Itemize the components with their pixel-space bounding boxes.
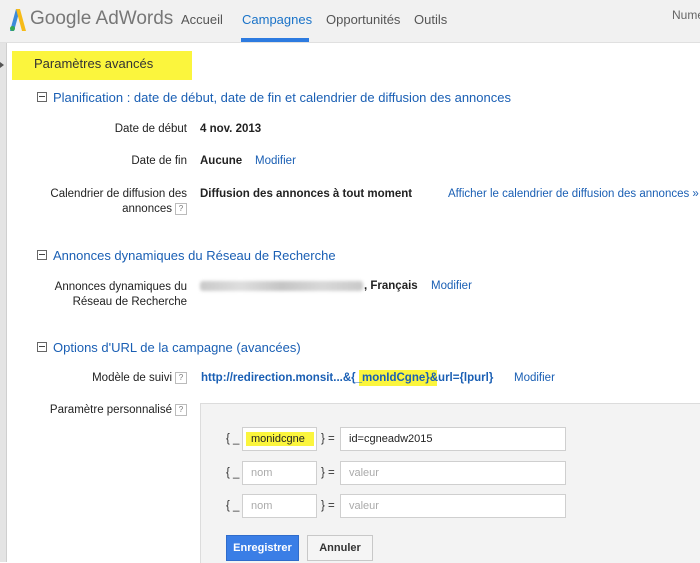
end-date-value: Aucune — [200, 155, 243, 167]
collapse-scheduling-icon[interactable] — [37, 92, 47, 102]
advanced-settings-title: Paramètres avancés — [34, 56, 154, 71]
start-date-label: Date de début — [114, 123, 187, 135]
tab-accueil[interactable]: Accueil — [181, 12, 223, 27]
product-logo-text[interactable]: Google AdWords — [30, 8, 173, 30]
help-icon[interactable]: ? — [175, 372, 187, 384]
dsa-label-line2: Réseau de Recherche — [72, 296, 187, 308]
tracking-template-label-text: Modèle de suivi — [92, 372, 172, 385]
brace-open: { _ — [226, 433, 240, 445]
calendar-label-line2: annonces? — [37, 202, 187, 217]
help-icon[interactable]: ? — [175, 404, 187, 416]
tracking-url-param: {_monIdCgne} — [351, 372, 430, 384]
dsa-label-line1: Annonces dynamiques du — [54, 281, 187, 293]
param-value-input[interactable]: valeur — [340, 461, 566, 485]
side-panel-collapse-handle[interactable] — [0, 43, 7, 562]
active-tab-indicator — [241, 38, 309, 42]
adwords-logo-icon — [10, 9, 26, 31]
dsa-label: Annonces dynamiques du Réseau de Recherc… — [37, 280, 187, 310]
expand-arrow-icon[interactable] — [0, 62, 4, 68]
custom-parameter-label: Paramètre personnalisé? — [50, 404, 187, 416]
end-date-modify-link[interactable]: Modifier — [255, 155, 296, 167]
logo-adwords-word: AdWords — [95, 8, 174, 29]
calendar-label-text: annonces — [122, 203, 172, 215]
tracking-template-value: http://redirection.monsit...&{_monIdCgne… — [201, 372, 493, 384]
tab-opportunites[interactable]: Opportunités — [326, 12, 400, 27]
show-calendar-link[interactable]: Afficher le calendrier de diffusion des … — [448, 188, 699, 200]
calendar-label: Calendrier de diffusion des annonces? — [37, 187, 187, 217]
brace-close: } = — [321, 433, 335, 445]
custom-parameter-label-text: Paramètre personnalisé — [49, 404, 172, 417]
param-name-input[interactable]: nom — [242, 461, 317, 485]
calendar-label-line1: Calendrier de diffusion des — [50, 188, 187, 200]
top-navigation-bar: Google AdWords Accueil Campagnes Opportu… — [0, 0, 700, 43]
tab-outils[interactable]: Outils — [414, 12, 447, 27]
param-value-input[interactable]: valeur — [340, 494, 566, 518]
account-label[interactable]: Numé — [672, 8, 700, 22]
dsa-modify-link[interactable]: Modifier — [431, 280, 472, 292]
url-options-section-header[interactable]: Options d'URL de la campagne (avancées) — [53, 340, 301, 355]
dsa-language-value: , Français — [364, 280, 418, 292]
tracking-url-part1: http://redirection.monsit...& — [201, 372, 352, 384]
brace-open: { _ — [226, 467, 240, 479]
scheduling-section-header[interactable]: Planification : date de début, date de f… — [53, 90, 511, 105]
cancel-button[interactable]: Annuler — [307, 535, 373, 561]
collapse-url-options-icon[interactable] — [37, 342, 47, 352]
param-value-input[interactable]: id=cgneadw2015 — [340, 427, 566, 451]
dsa-section-header[interactable]: Annonces dynamiques du Réseau de Recherc… — [53, 248, 336, 263]
save-button[interactable]: Enregistrer — [226, 535, 299, 561]
help-icon[interactable]: ? — [175, 202, 187, 215]
param-name-value: monidcgne — [251, 433, 305, 445]
brace-close: } = — [321, 500, 335, 512]
tracking-url-part3: &url={lpurl} — [429, 372, 494, 384]
logo-google-word: Google — [30, 8, 92, 29]
calendar-value: Diffusion des annonces à tout moment — [200, 188, 413, 200]
redacted-domain — [200, 281, 363, 291]
end-date-label: Date de fin — [131, 155, 187, 167]
brace-close: } = — [321, 467, 335, 479]
tab-campagnes[interactable]: Campagnes — [242, 12, 312, 27]
tracking-modify-link[interactable]: Modifier — [514, 372, 555, 384]
param-name-input[interactable]: monidcgne — [242, 427, 317, 451]
start-date-value: 4 nov. 2013 — [200, 123, 262, 135]
tracking-template-label: Modèle de suivi? — [92, 372, 187, 384]
collapse-dsa-icon[interactable] — [37, 250, 47, 260]
brace-open: { _ — [226, 500, 240, 512]
param-name-input[interactable]: nom — [242, 494, 317, 518]
